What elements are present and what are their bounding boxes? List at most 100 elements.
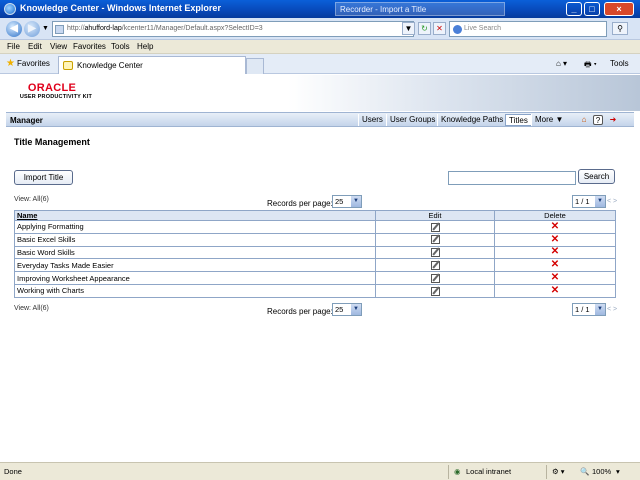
- page-nav-arrows-bottom[interactable]: < >: [607, 306, 617, 313]
- address-prefix: http://: [67, 25, 85, 32]
- edit-icon[interactable]: [430, 261, 440, 271]
- nav-titles[interactable]: Titles: [505, 114, 532, 126]
- help-icon[interactable]: ?: [593, 115, 603, 125]
- delete-cell: ✕: [494, 245, 616, 260]
- stop-icon[interactable]: ✕: [433, 22, 446, 35]
- table-row: Basic Excel Skills ✕: [14, 232, 616, 247]
- favorites-button[interactable]: Favorites: [17, 59, 50, 68]
- print-icon[interactable]: 🖶 ▾: [584, 59, 597, 73]
- address-dropdown-icon[interactable]: ▼: [402, 22, 415, 35]
- search-button[interactable]: Search: [578, 169, 615, 184]
- edit-cell: [375, 271, 495, 285]
- status-text: Done: [4, 467, 22, 476]
- security-zone: Local intranet: [466, 467, 512, 476]
- app-header: ORACLE USER PRODUCTIVITY KIT: [0, 75, 640, 111]
- status-bar: Done ◉ Local intranet ⚙ ▾ 🔍 100% ▾: [0, 462, 640, 480]
- logout-icon[interactable]: ➜: [608, 115, 618, 125]
- manager-nav-bar: Manager Users User Groups Knowledge Path…: [6, 112, 634, 127]
- delete-icon[interactable]: ✕: [551, 221, 559, 232]
- menu-tools[interactable]: Tools: [111, 42, 130, 51]
- logo-subtitle: USER PRODUCTIVITY KIT: [19, 94, 93, 100]
- records-per-page-select-bottom[interactable]: 25 ▼: [332, 303, 362, 316]
- records-per-page-select[interactable]: 25 ▼: [332, 195, 362, 208]
- refresh-icon[interactable]: ↻: [418, 22, 431, 35]
- nav-more[interactable]: More ▼: [531, 114, 566, 126]
- address-input[interactable]: http://ahufford-lap/kcenter11/Manager/De…: [52, 21, 414, 37]
- live-search-input[interactable]: Live Search: [449, 21, 607, 37]
- tab-page-icon: [63, 61, 73, 70]
- menu-favorites[interactable]: Favorites: [73, 42, 106, 51]
- view-all-link-bottom[interactable]: View: All(6): [14, 305, 49, 312]
- live-search-placeholder: Live Search: [464, 25, 501, 32]
- zoom-dropdown-icon[interactable]: ▾: [616, 467, 620, 476]
- edit-cell: [375, 232, 495, 247]
- zoom-level[interactable]: 100%: [592, 467, 611, 476]
- close-icon[interactable]: ×: [604, 2, 634, 16]
- ie-app-icon: [4, 3, 16, 15]
- minimize-icon[interactable]: _: [566, 2, 582, 16]
- view-all-link[interactable]: View: All(6): [14, 196, 49, 203]
- search-go-icon[interactable]: ⚲: [612, 22, 628, 35]
- page-title: Title Management: [14, 137, 90, 147]
- delete-cell: ✕: [494, 258, 616, 273]
- home-icon[interactable]: ⌂: [579, 115, 589, 125]
- page-select[interactable]: 1 / 1 ▼: [572, 195, 606, 208]
- title-name: Everyday Tasks Made Easier: [14, 258, 376, 273]
- records-per-page-label: Records per page:: [267, 199, 333, 208]
- page-select-bottom[interactable]: 1 / 1 ▼: [572, 303, 606, 316]
- menu-help[interactable]: Help: [137, 42, 153, 51]
- history-dropdown-icon[interactable]: ▼: [42, 25, 49, 32]
- column-header-name[interactable]: Name: [14, 210, 376, 221]
- column-header-delete: Delete: [494, 210, 616, 221]
- edit-icon[interactable]: [430, 222, 440, 232]
- title-name: Applying Formatting: [14, 220, 376, 234]
- window-title-bar: Knowledge Center - Windows Internet Expl…: [0, 0, 640, 18]
- title-name: Working with Charts: [14, 283, 376, 298]
- page-nav-arrows[interactable]: < >: [607, 198, 617, 205]
- search-input[interactable]: [448, 171, 576, 185]
- delete-cell: ✕: [494, 232, 616, 247]
- maximize-icon[interactable]: □: [584, 2, 600, 16]
- menu-file[interactable]: File: [7, 42, 20, 51]
- nav-users[interactable]: Users: [358, 114, 386, 126]
- live-search-icon: [453, 25, 462, 34]
- zoom-icon[interactable]: 🔍: [580, 467, 589, 476]
- address-host: ahufford-lap: [84, 25, 122, 32]
- forward-icon[interactable]: ▶: [24, 21, 40, 37]
- protected-mode-icon[interactable]: ⚙ ▾: [552, 467, 565, 476]
- delete-icon[interactable]: ✕: [551, 273, 559, 283]
- edit-icon[interactable]: [430, 286, 440, 296]
- favorites-star-icon[interactable]: ★: [6, 58, 15, 69]
- table-row: Basic Word Skills ✕: [14, 245, 616, 260]
- window-title: Knowledge Center - Windows Internet Expl…: [20, 3, 221, 13]
- table-header-row: Name Edit Delete: [14, 210, 616, 221]
- table-row: Improving Worksheet Appearance ✕: [14, 271, 616, 285]
- delete-icon[interactable]: ✕: [551, 234, 559, 245]
- tab-knowledge-center[interactable]: Knowledge Center: [58, 56, 246, 74]
- delete-icon[interactable]: ✕: [551, 285, 559, 296]
- page-content: ORACLE USER PRODUCTIVITY KIT Manager Use…: [0, 75, 640, 462]
- nav-knowledge-paths[interactable]: Knowledge Paths: [437, 114, 506, 126]
- logo-name: ORACLE: [27, 82, 77, 94]
- delete-icon[interactable]: ✕: [551, 260, 559, 270]
- intranet-zone-icon: ◉: [454, 467, 461, 476]
- delete-icon[interactable]: ✕: [551, 247, 559, 257]
- nav-user-groups[interactable]: User Groups: [386, 114, 438, 126]
- tools-menu-button[interactable]: Tools: [610, 59, 629, 68]
- home-toolbar-icon[interactable]: ⌂ ▾: [556, 59, 567, 68]
- import-title-button[interactable]: Import Title: [14, 170, 73, 185]
- edit-icon[interactable]: [430, 235, 440, 245]
- back-icon[interactable]: ◀: [6, 21, 22, 37]
- section-title: Manager: [10, 116, 43, 125]
- recorder-popup-title[interactable]: Recorder - Import a Title: [335, 2, 505, 16]
- chevron-down-icon: ▼: [351, 196, 361, 207]
- edit-icon[interactable]: [430, 273, 440, 283]
- edit-cell: [375, 283, 495, 298]
- delete-cell: ✕: [494, 283, 616, 298]
- delete-cell: ✕: [494, 271, 616, 285]
- edit-icon[interactable]: [430, 248, 440, 258]
- menu-edit[interactable]: Edit: [28, 42, 42, 51]
- menu-view[interactable]: View: [50, 42, 67, 51]
- new-tab-button[interactable]: [246, 58, 264, 74]
- page-indicator-bottom: 1 / 1: [575, 305, 590, 314]
